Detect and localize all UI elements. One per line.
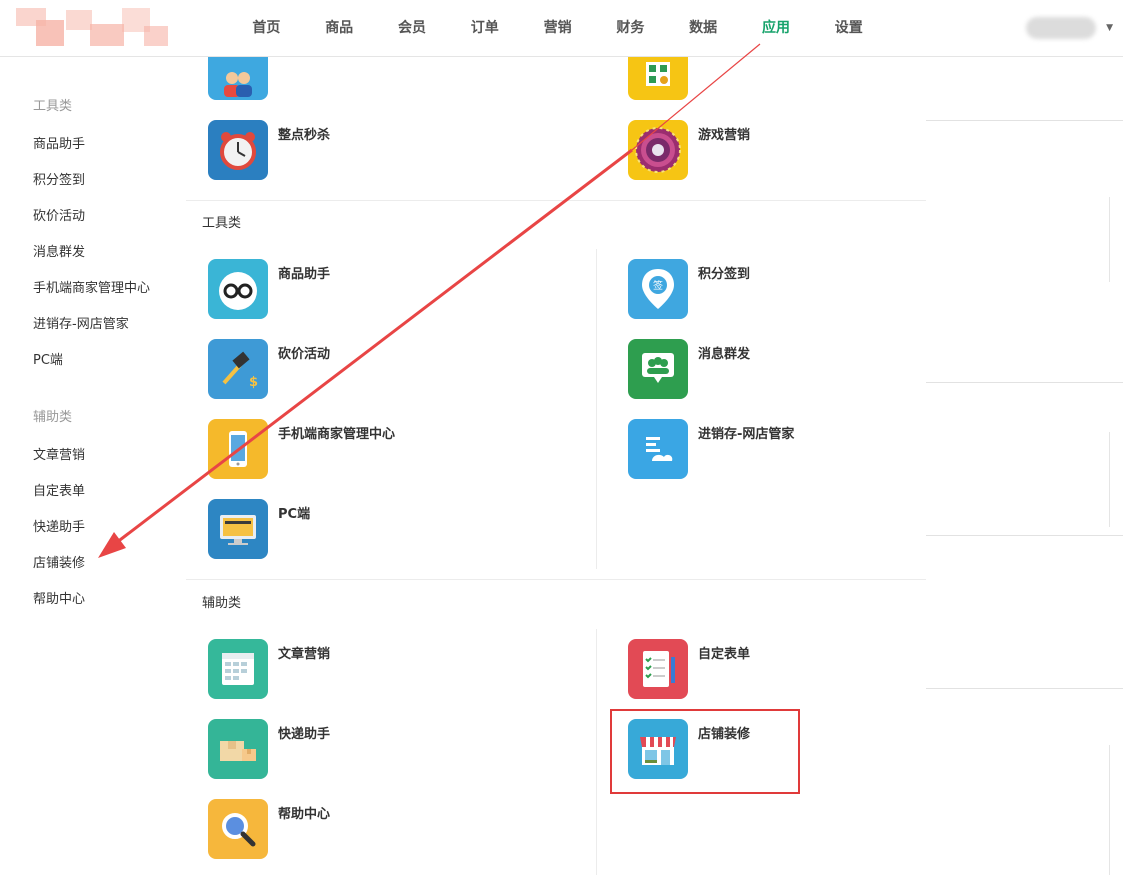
brand-logo[interactable] bbox=[16, 6, 168, 50]
app-tile-bargain[interactable]: $ 砍价活动 bbox=[208, 339, 468, 401]
glasses-face-icon bbox=[208, 259, 268, 319]
user-menu[interactable]: ▼ bbox=[1026, 16, 1113, 40]
app-label: 手机端商家管理中心 bbox=[278, 427, 396, 442]
sidebar-item-bargain[interactable]: 砍价活动 bbox=[33, 205, 85, 224]
app-tile-mobile-admin[interactable]: 手机端商家管理中心 bbox=[208, 419, 468, 481]
app-tile-flash-sale[interactable]: 整点秒杀 bbox=[208, 120, 468, 182]
nav-marketing[interactable]: 营销 bbox=[521, 0, 594, 57]
app-tile-points-checkin[interactable]: 签 积分签到 bbox=[628, 259, 888, 321]
app-label: 进销存-网店管家 bbox=[698, 427, 795, 442]
caret-down-icon[interactable]: ▼ bbox=[1106, 23, 1113, 33]
app-tile-mass-message[interactable]: 消息群发 bbox=[628, 339, 888, 401]
app-tile-partial-right[interactable] bbox=[628, 57, 888, 102]
sidebar: 工具类 商品助手 积分签到 砍价活动 消息群发 手机端商家管理中心 进销存-网店… bbox=[0, 57, 186, 875]
panel-divider bbox=[926, 120, 1123, 121]
app-label: 商品助手 bbox=[278, 267, 331, 282]
nav-members[interactable]: 会员 bbox=[376, 0, 449, 57]
sidebar-item-points-checkin[interactable]: 积分签到 bbox=[33, 169, 85, 188]
smartphone-icon bbox=[208, 419, 268, 479]
qr-code-icon bbox=[628, 57, 688, 100]
panel-divider bbox=[1109, 432, 1110, 527]
sidebar-item-store-decoration[interactable]: 店铺装修 bbox=[33, 552, 85, 571]
sidebar-item-article-marketing[interactable]: 文章营销 bbox=[33, 444, 85, 463]
highlight-box bbox=[610, 709, 800, 794]
app-tile-partial-left[interactable] bbox=[208, 57, 468, 102]
nav-home[interactable]: 首页 bbox=[230, 0, 303, 57]
article-grid-icon bbox=[208, 639, 268, 699]
section-title-tools: 工具类 bbox=[202, 216, 242, 231]
top-header: 首页 商品 会员 订单 营销 财务 数据 应用 设置 ▼ bbox=[0, 0, 1123, 57]
app-tile-help-center[interactable]: 帮助中心 bbox=[208, 799, 468, 861]
app-tile-express-assistant[interactable]: 快递助手 bbox=[208, 719, 468, 781]
section-divider bbox=[186, 579, 926, 580]
section-divider bbox=[186, 200, 926, 201]
app-tile-goods-assistant[interactable]: 商品助手 bbox=[208, 259, 468, 321]
checklist-form-icon bbox=[628, 639, 688, 699]
app-label: 自定表单 bbox=[698, 647, 751, 662]
sidebar-group-aux: 辅助类 bbox=[33, 410, 73, 425]
sidebar-item-custom-form[interactable]: 自定表单 bbox=[33, 480, 85, 499]
nav-apps[interactable]: 应用 bbox=[740, 0, 813, 57]
app-label: 游戏营销 bbox=[698, 128, 751, 143]
app-label: 文章营销 bbox=[278, 647, 331, 662]
sidebar-item-mobile-admin[interactable]: 手机端商家管理中心 bbox=[33, 277, 150, 296]
app-page: 首页 商品 会员 订单 营销 财务 数据 应用 设置 ▼ 工具类 商品助手 积分… bbox=[0, 0, 1123, 875]
alarm-clock-icon bbox=[208, 120, 268, 180]
svg-text:签: 签 bbox=[653, 279, 663, 292]
people-icon bbox=[208, 57, 268, 100]
magnifier-icon bbox=[208, 799, 268, 859]
background-panel bbox=[926, 57, 1123, 875]
hammer-dollar-icon: $ bbox=[208, 339, 268, 399]
svg-text:$: $ bbox=[249, 375, 258, 390]
panel-divider bbox=[1109, 197, 1110, 282]
app-grid: 整点秒杀 游戏营销 工具类 商品助手 签 积分签到 $ 砍价活动 消息群发 手机… bbox=[186, 57, 926, 875]
app-tile-pc[interactable]: PC端 bbox=[208, 499, 468, 561]
sidebar-group-tools: 工具类 bbox=[33, 99, 73, 114]
sidebar-item-help-center[interactable]: 帮助中心 bbox=[33, 588, 85, 607]
app-tile-inventory[interactable]: 进销存-网店管家 bbox=[628, 419, 888, 481]
section-title-aux: 辅助类 bbox=[202, 596, 242, 611]
nav-finance[interactable]: 财务 bbox=[594, 0, 667, 57]
nav-goods[interactable]: 商品 bbox=[303, 0, 376, 57]
nav-data[interactable]: 数据 bbox=[667, 0, 740, 57]
nav-settings[interactable]: 设置 bbox=[812, 0, 885, 57]
group-message-icon bbox=[628, 339, 688, 399]
app-tile-article-marketing[interactable]: 文章营销 bbox=[208, 639, 468, 701]
app-label: 整点秒杀 bbox=[278, 128, 331, 143]
app-tile-custom-form[interactable]: 自定表单 bbox=[628, 639, 888, 701]
app-label: 快递助手 bbox=[278, 727, 331, 742]
panel-divider bbox=[926, 688, 1123, 689]
avatar[interactable] bbox=[1026, 17, 1097, 39]
app-label: 帮助中心 bbox=[278, 807, 331, 822]
sidebar-item-pc[interactable]: PC端 bbox=[33, 349, 63, 368]
column-divider bbox=[596, 629, 597, 875]
app-tile-game-marketing[interactable]: 游戏营销 bbox=[628, 120, 888, 182]
app-label: 砍价活动 bbox=[278, 347, 331, 362]
inventory-icon bbox=[628, 419, 688, 479]
sidebar-item-express-assistant[interactable]: 快递助手 bbox=[33, 516, 85, 535]
sign-in-pin-icon: 签 bbox=[628, 259, 688, 319]
app-label: 消息群发 bbox=[698, 347, 751, 362]
sidebar-item-mass-message[interactable]: 消息群发 bbox=[33, 241, 85, 260]
column-divider bbox=[596, 249, 597, 569]
panel-divider bbox=[926, 535, 1123, 536]
prize-wheel-icon bbox=[628, 120, 688, 180]
panel-divider bbox=[926, 382, 1123, 383]
parcel-box-icon bbox=[208, 719, 268, 779]
sidebar-item-goods-assistant[interactable]: 商品助手 bbox=[33, 133, 85, 152]
panel-divider bbox=[1109, 745, 1110, 875]
desktop-monitor-icon bbox=[208, 499, 268, 559]
main-nav: 首页 商品 会员 订单 营销 财务 数据 应用 设置 bbox=[230, 0, 885, 57]
nav-orders[interactable]: 订单 bbox=[448, 0, 521, 57]
app-label: PC端 bbox=[278, 507, 311, 522]
sidebar-item-inventory[interactable]: 进销存-网店管家 bbox=[33, 313, 129, 332]
app-label: 积分签到 bbox=[698, 267, 751, 282]
